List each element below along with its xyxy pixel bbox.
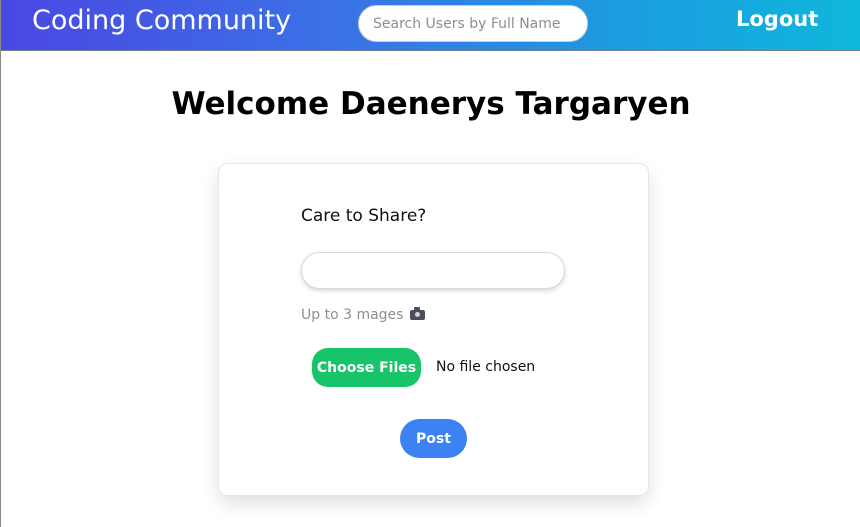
images-hint: Up to 3 mages xyxy=(301,307,426,323)
choose-files-button[interactable]: Choose Files xyxy=(312,348,421,387)
page-title: Welcome Daenerys Targaryen xyxy=(171,86,691,122)
file-status: No file chosen xyxy=(436,359,536,375)
navbar: Coding Community Logout xyxy=(1,0,860,51)
images-hint-text: Up to 3 mages xyxy=(301,307,404,323)
post-input[interactable] xyxy=(301,252,565,289)
post-button[interactable]: Post xyxy=(400,419,467,458)
brand-title[interactable]: Coding Community xyxy=(32,5,291,36)
camera-icon xyxy=(410,307,426,320)
post-card: Care to Share? Up to 3 mages Choose File… xyxy=(218,163,649,496)
logout-link[interactable]: Logout xyxy=(736,7,818,31)
search-input[interactable] xyxy=(358,5,588,42)
share-label: Care to Share? xyxy=(301,206,427,226)
